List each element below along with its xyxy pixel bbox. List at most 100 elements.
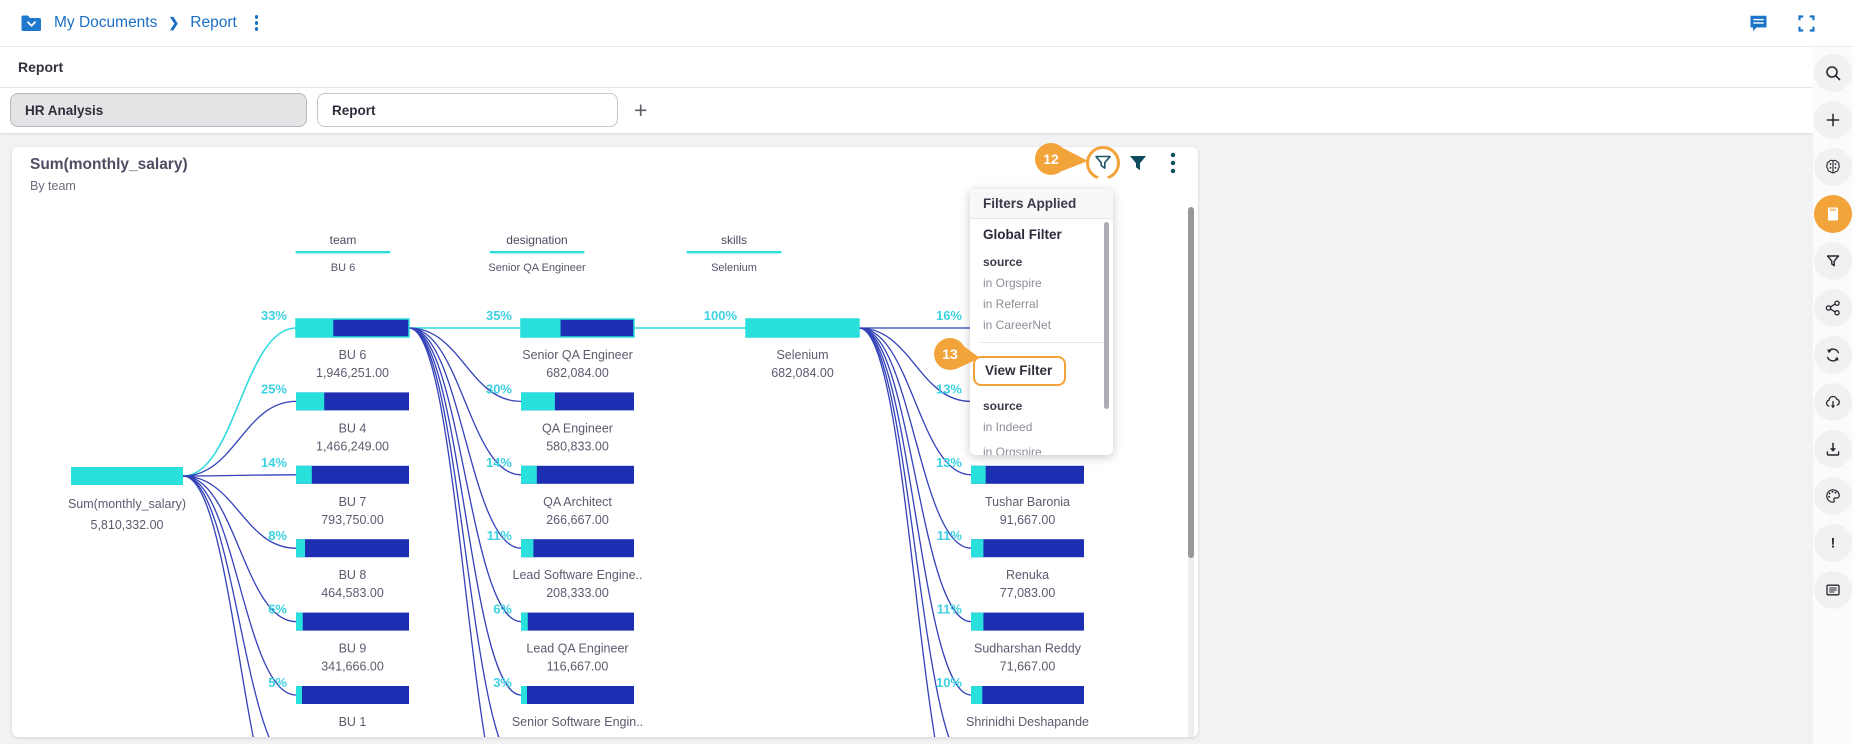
tree-node-bar-fill	[971, 465, 986, 484]
tree-node-bar-fill	[521, 319, 561, 337]
tree-node-bar[interactable]	[971, 465, 1084, 484]
tree-node-label: BU 6	[339, 348, 367, 362]
tree-node-percent: 11%	[937, 602, 963, 617]
tree-node-bar-fill	[521, 612, 528, 631]
toolbar-download-icon-button[interactable]	[1814, 430, 1852, 468]
filter-value: in Orgspire	[983, 276, 1042, 290]
tree-root-label: Sum(monthly_salary)	[68, 497, 186, 511]
tree-node-percent: 5%	[268, 675, 287, 690]
filter-icon	[1826, 255, 1840, 267]
tree-node-bar[interactable]	[296, 686, 409, 704]
chart-kebab-icon[interactable]	[1168, 151, 1178, 177]
tree-node-bar-fill	[971, 686, 983, 704]
toolbar-search-icon-button[interactable]	[1814, 54, 1852, 92]
toolbar-share-icon-button[interactable]	[1814, 289, 1852, 327]
filter-icon[interactable]	[1127, 152, 1149, 174]
tree-node-bar[interactable]	[521, 612, 634, 631]
tree-node-bar[interactable]	[971, 612, 1084, 631]
toolbar-notes-icon-button[interactable]	[1814, 571, 1852, 609]
tree-node-value: 682,084.00	[546, 366, 609, 380]
tree-node-percent: 3%	[493, 675, 512, 690]
tree-node-bar[interactable]	[521, 539, 634, 558]
comments-icon[interactable]	[1749, 15, 1768, 32]
panel-scrollbar[interactable]	[1104, 222, 1109, 409]
tree-node-label: QA Engineer	[542, 421, 613, 435]
view-filter-button[interactable]: View Filter	[973, 356, 1066, 386]
tab-hr-analysis[interactable]: HR Analysis	[10, 93, 307, 127]
svg-text:!: !	[1831, 535, 1836, 551]
column-header: designation	[506, 233, 567, 247]
tree-node-percent: 6%	[268, 602, 287, 617]
filter-value: in Indeed	[983, 420, 1033, 434]
toolbar-theme-palette-icon-button[interactable]	[1814, 477, 1852, 515]
tree-node-bar[interactable]	[521, 686, 634, 704]
tree-link	[182, 474, 297, 477]
annotation-badge-13: 13	[934, 338, 980, 370]
breadcrumb-kebab-icon[interactable]	[254, 15, 259, 31]
filters-applied-panel: Filters Applied Global Filter source in …	[970, 189, 1113, 455]
annotation-badge-12: 12	[1035, 143, 1088, 175]
tree-root-value: 5,810,332.00	[91, 518, 164, 532]
toolbar-refresh-icon-button[interactable]	[1814, 336, 1852, 374]
tree-node-bar-fill	[296, 319, 334, 337]
toolbar-add-icon-button[interactable]	[1814, 101, 1852, 139]
tree-node-percent: 25%	[261, 381, 287, 396]
tree-node-bar[interactable]	[521, 465, 634, 484]
breadcrumb: My Documents ❯ Report	[20, 14, 259, 33]
toolbar-cloud-download-icon-button[interactable]	[1814, 383, 1852, 421]
tree-node-value: 1,946,251.00	[316, 366, 389, 380]
breadcrumb-my-documents[interactable]: My Documents	[54, 14, 157, 32]
tree-node-percent: 11%	[487, 528, 513, 543]
tree-node-bar[interactable]	[971, 539, 1084, 558]
report-card-icon	[1828, 207, 1838, 221]
toolbar-ai-brain-icon-button[interactable]	[1814, 148, 1852, 186]
tree-node-percent: 6%	[493, 602, 512, 617]
toolbar-report-card-icon-button[interactable]	[1814, 195, 1852, 233]
tree-node-bar-fill	[296, 539, 306, 558]
chart-scrollbar-thumb[interactable]	[1188, 207, 1194, 558]
tree-node-bar[interactable]	[296, 539, 409, 558]
tree-node-value: 77,083.00	[1000, 586, 1056, 600]
tree-node-bar-fill	[521, 686, 527, 704]
theme-palette-icon	[1826, 489, 1840, 503]
tree-node-bar[interactable]	[296, 612, 409, 631]
notes-icon	[1826, 584, 1840, 596]
svg-text:13: 13	[942, 346, 958, 362]
tree-node-bar[interactable]	[971, 686, 1084, 704]
tree-node-label: BU 4	[339, 421, 367, 435]
tree-node-value: 266,667.00	[546, 513, 609, 527]
tree-node-value: 116,667.00	[547, 660, 609, 674]
toolbar-filter-icon-button[interactable]	[1814, 242, 1852, 280]
tree-root-bar[interactable]	[71, 467, 183, 485]
tree-node-value: 1,466,249.00	[316, 439, 389, 453]
tree-node-value: 682,084.00	[771, 366, 834, 380]
toolbar-alert-icon-button[interactable]: !	[1814, 524, 1852, 562]
tree-node-percent: 14%	[261, 455, 287, 470]
add-tab-button[interactable]: +	[634, 95, 647, 125]
tree-link	[408, 327, 522, 476]
tree-node-percent: 14%	[486, 455, 512, 470]
folder-icon[interactable]	[20, 14, 43, 33]
tree-node-bar-fill	[521, 392, 555, 411]
svg-text:12: 12	[1043, 151, 1059, 167]
tree-node-label: BU 1	[339, 715, 367, 729]
tree-node-percent: 8%	[268, 528, 287, 543]
tree-node-percent: 10%	[936, 675, 962, 690]
fullscreen-icon[interactable]	[1798, 14, 1815, 32]
chart-scrollbar[interactable]	[1188, 207, 1194, 737]
tree-node-bar-fill	[971, 612, 984, 631]
tree-node-bar-fill	[296, 612, 303, 631]
tree-node-bar[interactable]	[296, 465, 409, 484]
tree-node-value: 208,333.00	[546, 586, 609, 600]
add-icon	[1826, 113, 1840, 127]
tree-node-percent: 13%	[936, 455, 962, 470]
breadcrumb-report[interactable]: Report	[190, 14, 237, 32]
tree-node-value: 71,667.00	[1000, 660, 1056, 674]
tree-node-bar-fill	[296, 392, 325, 411]
tree-node-bar-fill	[521, 465, 537, 484]
share-icon	[1825, 300, 1840, 316]
tree-node-label: Renuka	[1006, 568, 1049, 582]
column-header-underline	[489, 251, 585, 254]
tab-report[interactable]: Report	[317, 93, 618, 127]
breadcrumb-chevron-icon: ❯	[168, 15, 180, 30]
